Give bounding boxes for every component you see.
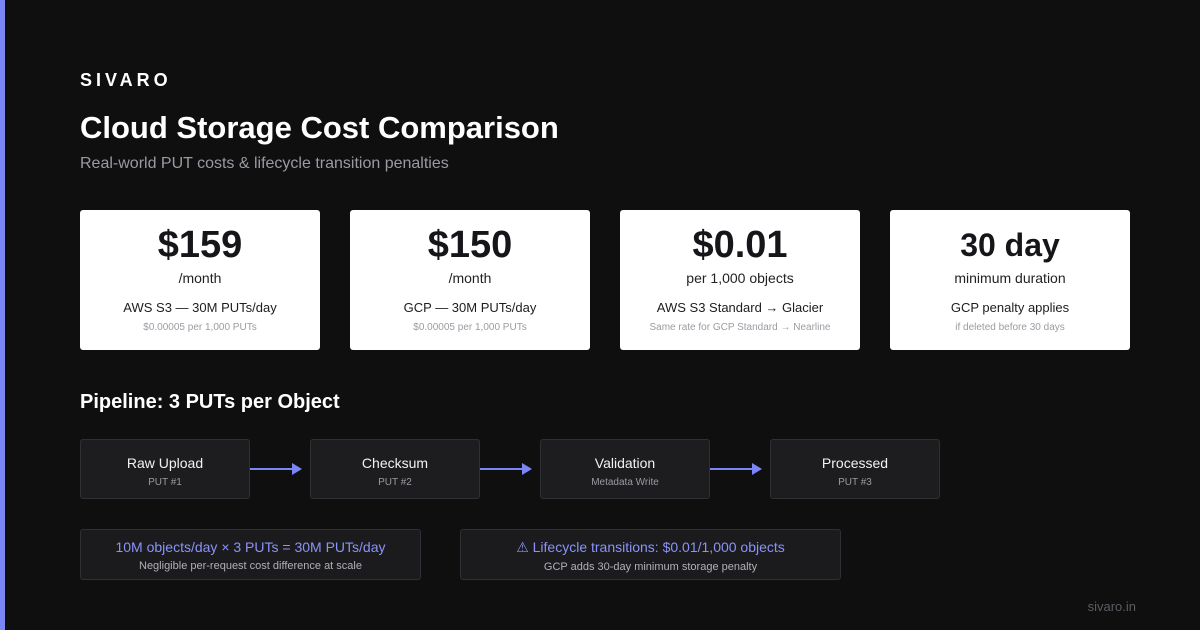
stat-value: $150 — [427, 224, 513, 266]
pipeline-step-validation: Validation Metadata Write — [540, 439, 710, 499]
stat-unit: /month — [178, 270, 222, 286]
accent-bar — [0, 0, 5, 630]
step-sub: PUT #1 — [148, 477, 182, 488]
stat-description: GCP — 30M PUTs/day — [403, 300, 537, 315]
stat-card-min-duration: 30 day minimum duration GCP penalty appl… — [890, 210, 1130, 350]
brand-logo: SIVARO — [80, 70, 172, 90]
info-text: GCP adds 30-day minimum storage penalty — [543, 561, 758, 573]
step-sub: PUT #2 — [378, 477, 412, 488]
page-subtitle: Real-world PUT costs & lifecycle transit… — [80, 155, 449, 172]
step-name: Processed — [821, 455, 889, 471]
step-name: Raw Upload — [126, 455, 204, 471]
footer-url: sivaro.in — [1087, 599, 1136, 614]
stat-unit: minimum duration — [954, 270, 1066, 286]
stat-card-gcp-put: $150 /month GCP — 30M PUTs/day $0.00005 … — [350, 210, 590, 350]
pipeline-diagram: Raw Upload PUT #1 Checksum PUT #2 Valida… — [80, 439, 942, 501]
stat-card-lifecycle: $0.01 per 1,000 objects AWS S3 Standard … — [620, 210, 860, 350]
info-highlight: 10M objects/day × 3 PUTs = 30M PUTs/day — [115, 539, 386, 555]
pipeline-step-processed: Processed PUT #3 — [770, 439, 940, 499]
pipeline-step-checksum: Checksum PUT #2 — [310, 439, 480, 499]
info-box-lifecycle-warning: ⚠ Lifecycle transitions: $0.01/1,000 obj… — [460, 529, 841, 580]
page-title: Cloud Storage Cost Comparison — [80, 110, 559, 145]
stat-note: $0.00005 per 1,000 PUTs — [413, 322, 527, 333]
stat-unit: /month — [448, 270, 492, 286]
stat-card-aws-put: $159 /month AWS S3 — 30M PUTs/day $0.000… — [80, 210, 320, 350]
stat-description: AWS S3 — 30M PUTs/day — [123, 300, 277, 315]
stat-description: GCP penalty applies — [950, 300, 1070, 315]
arrow-right-icon — [710, 463, 762, 475]
pipeline-title: Pipeline: 3 PUTs per Object — [80, 391, 340, 413]
arrow-right-icon — [250, 463, 302, 475]
arrow-right-icon — [480, 463, 532, 475]
stat-cards: $159 /month AWS S3 — 30M PUTs/day $0.000… — [80, 210, 1130, 350]
info-highlight: ⚠ Lifecycle transitions: $0.01/1,000 obj… — [516, 539, 785, 555]
info-text: Negligible per-request cost difference a… — [139, 560, 362, 572]
stat-value: 30 day — [960, 227, 1060, 263]
step-sub: Metadata Write — [591, 477, 659, 488]
info-box-put-volume: 10M objects/day × 3 PUTs = 30M PUTs/day … — [80, 529, 421, 580]
stat-note: Same rate for GCP Standard → Nearline — [649, 322, 831, 333]
stat-note: if deleted before 30 days — [955, 322, 1065, 333]
stat-unit: per 1,000 objects — [686, 270, 794, 286]
step-name: Validation — [594, 455, 656, 471]
step-name: Checksum — [361, 455, 429, 471]
step-sub: PUT #3 — [838, 477, 872, 488]
stat-note: $0.00005 per 1,000 PUTs — [143, 322, 257, 333]
stat-value: $159 — [157, 224, 243, 266]
stat-description: AWS S3 Standard → Glacier — [656, 300, 824, 315]
stat-value: $0.01 — [692, 224, 788, 266]
pipeline-step-raw-upload: Raw Upload PUT #1 — [80, 439, 250, 499]
